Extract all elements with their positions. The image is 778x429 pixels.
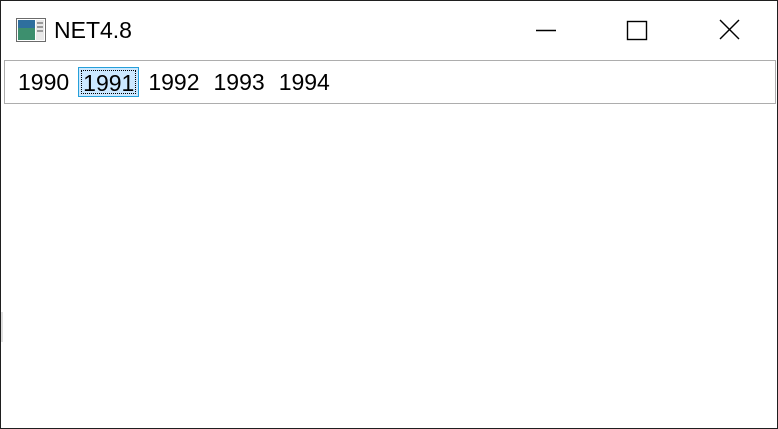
list-item-1992[interactable]: 1992 (143, 67, 204, 97)
list-item-1991[interactable]: 1991 (78, 67, 140, 97)
list-item-label: 1994 (278, 69, 330, 95)
year-listbox[interactable]: 1990 1991 1992 1993 1994 (4, 60, 776, 104)
minimize-button[interactable] (500, 1, 592, 59)
title-bar[interactable]: NET4.8 (1, 1, 777, 59)
window-title: NET4.8 (54, 17, 132, 43)
maximize-button[interactable] (592, 1, 684, 59)
listbox-items: 1990 1991 1992 1993 1994 (13, 67, 339, 97)
list-item-label: 1990 (18, 69, 70, 95)
close-button[interactable] (684, 1, 776, 59)
focus-rectangle (81, 70, 137, 94)
list-item-label: 1992 (148, 69, 200, 95)
list-item-1990[interactable]: 1990 (13, 67, 74, 97)
list-item-1994[interactable]: 1994 (274, 67, 335, 97)
list-item-1993[interactable]: 1993 (209, 67, 270, 97)
app-window: NET4.8 1990 1991 1992 1993 1994 (0, 0, 778, 429)
close-icon (719, 19, 740, 40)
maximize-icon (626, 20, 648, 41)
list-item-label: 1993 (213, 69, 265, 95)
minimize-icon (536, 29, 556, 32)
window-edge-mark (1, 312, 3, 342)
app-window-icon[interactable] (16, 18, 46, 42)
